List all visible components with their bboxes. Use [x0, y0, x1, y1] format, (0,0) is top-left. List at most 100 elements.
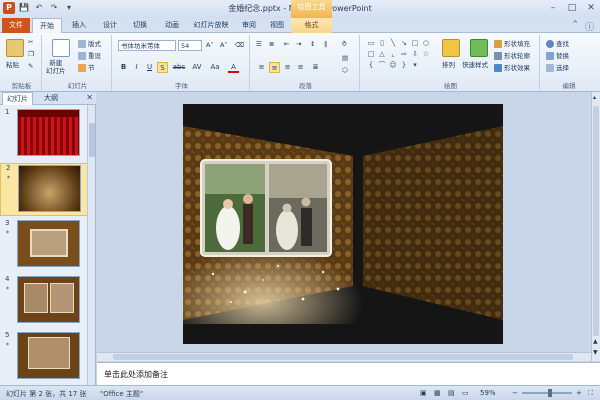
align-left-icon[interactable]: ≡ — [256, 62, 267, 73]
format-painter-icon[interactable]: ✎ — [28, 62, 33, 70]
reading-view-icon[interactable]: ▤ — [448, 389, 455, 397]
line-spacing-icon[interactable]: ↕ — [310, 40, 315, 48]
new-slide-button[interactable]: 新建 幻灯片 — [46, 59, 66, 75]
text-direction-icon[interactable]: ⥁ — [342, 40, 346, 48]
numbering-icon[interactable]: ≣ — [269, 40, 274, 48]
tab-format[interactable]: 格式 — [291, 18, 332, 33]
close-icon[interactable]: ✕ — [584, 2, 598, 14]
elbow-connector-icon[interactable]: ⌞ — [388, 50, 398, 59]
current-slide[interactable] — [183, 104, 503, 344]
next-slide-icon[interactable]: ▼ — [593, 349, 599, 356]
character-spacing-button[interactable]: AV — [190, 62, 204, 73]
columns-icon[interactable]: ‖ — [324, 40, 327, 48]
minimize-icon[interactable]: – — [546, 2, 560, 14]
tab-review[interactable]: 审阅 — [236, 18, 262, 33]
italic-button[interactable]: I — [131, 62, 142, 73]
tab-home[interactable]: 开始 — [32, 18, 62, 33]
tab-design[interactable]: 设计 — [97, 18, 123, 33]
notes-pane[interactable]: 单击此处添加备注 — [97, 362, 600, 385]
font-name-field[interactable]: 书体坊米芾体 — [118, 40, 176, 51]
underline-button[interactable]: U — [144, 62, 155, 73]
quick-styles-icon[interactable] — [470, 39, 488, 57]
oval-shape-icon[interactable]: ○ — [421, 39, 431, 48]
help-icon[interactable]: ⓘ — [585, 20, 594, 33]
clear-formatting-icon[interactable]: ⌫ — [235, 41, 244, 49]
shadow-button[interactable]: S — [157, 62, 168, 73]
slides-panel-scrollbar[interactable] — [87, 105, 95, 385]
smartart-icon[interactable]: ⬡ — [342, 66, 348, 74]
textbox-shape-icon[interactable]: ▭ — [366, 39, 376, 48]
right-arrow-shape-icon[interactable]: ⇨ — [399, 50, 409, 59]
reset-button[interactable]: 重设 — [78, 50, 101, 60]
curve-shape-icon[interactable]: ⌒ — [377, 61, 387, 70]
horizontal-scroll-thumb[interactable] — [113, 354, 573, 360]
zoom-slider-handle[interactable] — [548, 389, 552, 397]
tab-view[interactable]: 视图 — [266, 18, 288, 33]
star-shape-icon[interactable]: ☆ — [421, 50, 431, 59]
vertical-textbox-shape-icon[interactable]: ▯ — [377, 39, 387, 48]
triangle-shape-icon[interactable]: △ — [377, 50, 387, 59]
smile-shape-icon[interactable]: ☺ — [388, 61, 398, 70]
strikethrough-button[interactable]: abc — [171, 62, 187, 73]
new-slide-icon[interactable] — [52, 39, 70, 57]
quick-styles-button[interactable]: 快速样式 — [462, 59, 488, 69]
slide-thumbnail-5[interactable]: 5 * — [0, 331, 88, 384]
minimize-ribbon-icon[interactable]: ⌃ — [571, 20, 579, 33]
shape-fill-button[interactable]: 形状填充 — [494, 38, 530, 48]
shape-outline-button[interactable]: 形状轮廓 — [494, 50, 530, 60]
bold-button[interactable]: B — [118, 62, 129, 73]
paste-button[interactable]: 粘贴 — [6, 59, 19, 69]
slide-sorter-view-icon[interactable]: ▦ — [434, 389, 441, 397]
cut-icon[interactable]: ✂ — [28, 38, 33, 46]
replace-button[interactable]: 替换 — [546, 50, 569, 60]
previous-slide-icon[interactable]: ▲ — [593, 338, 599, 345]
bullets-icon[interactable]: ☰ — [256, 40, 262, 48]
distributed-icon[interactable]: ≣ — [310, 62, 321, 73]
justify-icon[interactable]: ≡ — [295, 62, 306, 73]
arrange-button[interactable]: 排列 — [442, 59, 455, 69]
font-color-button[interactable]: A — [228, 62, 239, 73]
arrange-icon[interactable] — [442, 39, 460, 57]
font-size-field[interactable]: 54 — [178, 40, 202, 51]
change-case-button[interactable]: Aa — [208, 62, 222, 73]
line-shape-icon[interactable]: ╲ — [388, 39, 398, 48]
grow-font-icon[interactable]: A˄ — [206, 41, 214, 49]
find-button[interactable]: 查找 — [546, 38, 569, 48]
section-button[interactable]: 节 — [78, 62, 95, 72]
fit-to-window-icon[interactable]: ⛶ — [588, 389, 593, 398]
tab-slides-pane[interactable]: 幻灯片 — [2, 92, 33, 105]
tab-animations[interactable]: 动画 — [158, 18, 186, 33]
arrow-shape-icon[interactable]: ↘ — [399, 39, 409, 48]
zoom-out-icon[interactable]: − — [512, 389, 518, 397]
close-pane-icon[interactable]: ✕ — [86, 93, 93, 102]
shape-effects-button[interactable]: 形状效果 — [494, 62, 530, 72]
theme-status[interactable]: "Office 主题" — [100, 389, 143, 399]
slide-thumbnail-2[interactable]: 2 * — [0, 163, 88, 216]
shrink-font-icon[interactable]: A˅ — [220, 41, 228, 49]
increase-indent-icon[interactable]: ⇥ — [296, 40, 301, 48]
align-right-icon[interactable]: ≡ — [282, 62, 293, 73]
slideshow-view-icon[interactable]: ▭ — [462, 389, 469, 397]
decrease-indent-icon[interactable]: ⇤ — [284, 40, 289, 48]
tab-insert[interactable]: 插入 — [66, 18, 92, 33]
more-shapes-icon[interactable]: ▾ — [410, 61, 420, 70]
zoom-slider[interactable] — [522, 392, 572, 394]
layout-button[interactable]: 版式 — [78, 38, 101, 48]
rectangle-shape-icon[interactable]: □ — [410, 39, 420, 48]
tab-file[interactable]: 文件 — [2, 18, 30, 33]
paste-icon[interactable] — [6, 39, 24, 57]
slide-thumbnail-3[interactable]: 3 * — [0, 219, 88, 272]
slide-area-horizontal-scrollbar[interactable] — [97, 352, 591, 361]
zoom-in-icon[interactable]: + — [576, 389, 582, 397]
vertical-scroll-thumb[interactable] — [593, 106, 599, 336]
slides-panel-scroll-thumb[interactable] — [89, 123, 95, 157]
tab-outline-pane[interactable]: 大纲 — [40, 92, 62, 105]
select-button[interactable]: 选择 — [546, 62, 569, 72]
tab-transitions[interactable]: 切换 — [127, 18, 153, 33]
align-text-icon[interactable]: ▤ — [342, 54, 348, 62]
copy-icon[interactable]: ❐ — [28, 50, 34, 58]
down-arrow-shape-icon[interactable]: ⇩ — [410, 50, 420, 59]
square-shape-icon[interactable]: □ — [366, 50, 376, 59]
tab-slideshow[interactable]: 幻灯片放映 — [190, 18, 232, 33]
normal-view-icon[interactable]: ▣ — [420, 389, 427, 397]
